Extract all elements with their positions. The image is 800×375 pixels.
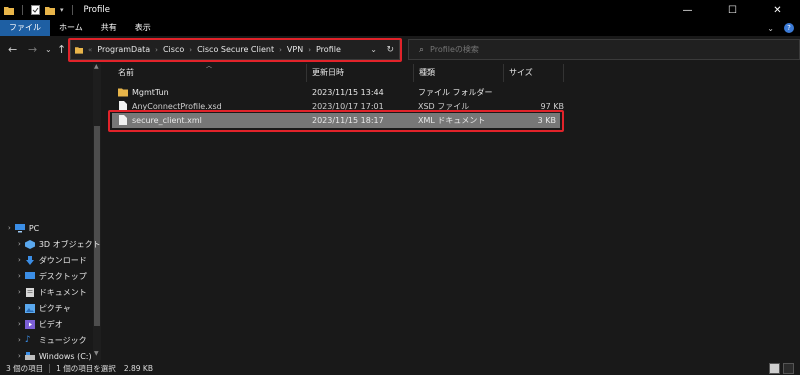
up-button[interactable]: ↑ [57, 44, 66, 56]
chevron-up-icon[interactable]: ▲ [94, 63, 99, 70]
divider [22, 5, 23, 15]
expand-chevron-icon[interactable]: › [18, 272, 21, 280]
file-row-mgmttun[interactable]: MgmtTun 2023/11/15 13:44 ファイル フォルダー [108, 85, 564, 99]
search-input[interactable] [430, 45, 731, 54]
expand-chevron-icon[interactable]: › [18, 352, 21, 360]
chevron-down-icon[interactable]: ▼ [94, 350, 99, 357]
column-header-date[interactable]: 更新日時 [312, 64, 344, 82]
sidebar-item-label: ミュージック [38, 335, 87, 345]
navigation-scrollbar[interactable] [93, 64, 101, 360]
search-box[interactable]: ⌕ [408, 39, 800, 60]
close-button[interactable]: ✕ [755, 0, 800, 20]
divider [71, 5, 73, 15]
file-highlight-box [108, 110, 564, 132]
pc-icon [14, 223, 25, 232]
sidebar-item-pc[interactable]: › PC [8, 221, 39, 235]
customize-toolbar-icon[interactable]: ▾ [60, 6, 64, 14]
sidebar-item-label: デスクトップ [38, 271, 87, 281]
sidebar-item-label: ピクチャ [38, 303, 71, 313]
status-item-count: 3 個の項目 [6, 364, 44, 373]
column-divider[interactable] [413, 64, 414, 82]
folder-icon [118, 88, 128, 97]
3d-objects-icon [24, 239, 35, 249]
column-divider[interactable] [306, 64, 307, 82]
download-icon [25, 255, 34, 265]
sidebar-item-label: Windows (C:) [38, 351, 92, 361]
column-header-size[interactable]: サイズ [509, 64, 533, 82]
column-divider[interactable] [503, 64, 504, 82]
file-type: ファイル フォルダー [418, 87, 493, 97]
tab-share[interactable]: 共有 [92, 20, 126, 36]
expand-chevron-icon[interactable]: › [18, 288, 21, 296]
status-selected-size: 2.89 KB [123, 364, 153, 373]
forward-button[interactable]: → [28, 44, 37, 56]
search-icon: ⌕ [419, 44, 425, 55]
column-header-name[interactable]: 名前 [118, 64, 134, 82]
expand-chevron-icon[interactable]: › [18, 256, 21, 264]
properties-icon[interactable] [31, 5, 40, 15]
sort-arrow-icon: ︿ [206, 63, 213, 70]
drive-icon [24, 351, 35, 360]
column-header-type[interactable]: 種類 [419, 64, 435, 82]
tab-view[interactable]: 表示 [126, 20, 160, 36]
tab-file[interactable]: ファイル [0, 20, 50, 36]
large-icons-view-button[interactable] [783, 363, 794, 374]
sidebar-item-3d-objects[interactable]: › 3D オブジェクト [18, 237, 101, 251]
help-icon[interactable]: ? [784, 23, 794, 33]
music-icon: ♪ [24, 335, 31, 345]
maximize-button[interactable]: ☐ [710, 0, 755, 20]
expand-chevron-icon[interactable]: › [18, 304, 21, 312]
sidebar-item-label: PC [28, 223, 40, 233]
sidebar-item-pictures[interactable]: › ピクチャ [18, 301, 71, 315]
expand-chevron-icon[interactable]: › [18, 240, 21, 248]
recent-locations-button[interactable]: ⌄ [45, 44, 52, 56]
minimize-button[interactable]: — [665, 0, 710, 20]
documents-icon [25, 287, 34, 297]
sidebar-item-documents[interactable]: › ドキュメント [18, 285, 87, 299]
expand-chevron-icon[interactable]: › [18, 320, 21, 328]
status-bar: 3 個の項目 1 個の項目を選択 2.89 KB [0, 362, 800, 375]
column-divider[interactable] [563, 64, 564, 82]
videos-icon [24, 319, 35, 329]
chevron-down-icon[interactable]: ⌄ [767, 24, 774, 33]
status-selected-count: 1 個の項目を選択 [56, 364, 116, 373]
sidebar-item-desktop[interactable]: › デスクトップ [18, 269, 87, 283]
sidebar-item-label: ビデオ [38, 319, 63, 329]
sidebar-item-label: ドキュメント [38, 287, 87, 297]
details-view-button[interactable] [769, 363, 780, 374]
file-name: MgmtTun [132, 87, 169, 97]
expand-chevron-icon[interactable]: › [18, 336, 21, 344]
scrollbar-thumb[interactable] [94, 126, 100, 326]
desktop-icon [24, 271, 35, 279]
sidebar-item-videos[interactable]: › ビデオ [18, 317, 63, 331]
address-highlight-box [68, 38, 402, 62]
ribbon-tabs: ファイル ホーム 共有 表示 ⌄ ? [0, 20, 800, 36]
sidebar-item-label: 3D オブジェクト [38, 239, 101, 249]
new-folder-icon[interactable] [45, 6, 55, 15]
folder-icon [4, 6, 14, 15]
title-bar: ▾ Profile — ☐ ✕ [0, 0, 800, 20]
back-button[interactable]: ← [8, 44, 17, 56]
sidebar-item-label: ダウンロード [38, 255, 87, 265]
pictures-icon [24, 303, 35, 313]
divider [49, 364, 51, 373]
sidebar-item-downloads[interactable]: › ダウンロード [18, 253, 87, 267]
file-date: 2023/11/15 13:44 [312, 87, 384, 97]
sidebar-item-music[interactable]: › ♪ ミュージック [18, 333, 87, 347]
window-title: Profile [83, 5, 110, 15]
tab-home[interactable]: ホーム [50, 20, 92, 36]
expand-chevron-icon[interactable]: › [8, 224, 11, 232]
sidebar-item-windows-c[interactable]: › Windows (C:) [18, 349, 92, 363]
